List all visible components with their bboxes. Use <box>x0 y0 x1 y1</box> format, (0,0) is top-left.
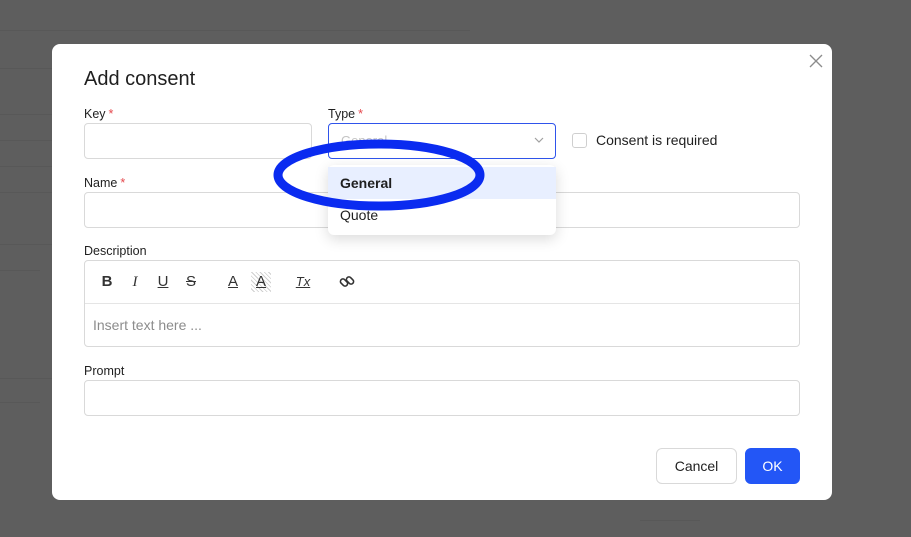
background-line <box>0 270 40 271</box>
add-consent-dialog: Add consent Key * Type * General Consent i… <box>52 44 832 500</box>
prompt-label: Prompt <box>84 364 125 378</box>
type-option-quote[interactable]: Quote <box>328 199 556 231</box>
background-line <box>0 68 52 69</box>
name-label: Name * <box>84 176 125 190</box>
description-placeholder: Insert text here ... <box>93 317 202 333</box>
font-color-icon[interactable]: A <box>223 272 243 292</box>
italic-icon[interactable]: I <box>125 272 145 292</box>
type-label-text: Type <box>328 107 356 121</box>
required-mark: * <box>358 107 363 121</box>
bold-icon[interactable]: B <box>97 272 117 292</box>
type-select-placeholder: General <box>341 133 388 148</box>
background-line <box>0 140 52 141</box>
highlight-color-icon[interactable]: A <box>251 272 271 292</box>
dialog-title: Add consent <box>84 68 196 90</box>
type-option-general[interactable]: General <box>328 167 556 199</box>
cancel-button[interactable]: Cancel <box>656 448 737 484</box>
clear-format-icon[interactable]: Tx <box>293 272 313 292</box>
required-mark: * <box>108 107 114 121</box>
underline-icon[interactable]: U <box>153 272 173 292</box>
key-input[interactable] <box>84 123 312 159</box>
key-label: Key * <box>84 107 113 121</box>
background-line <box>0 402 40 403</box>
prompt-input[interactable] <box>84 380 800 416</box>
ok-button[interactable]: OK <box>745 448 800 484</box>
background-line <box>0 30 470 31</box>
editor-toolbar: B I U S A A Tx <box>85 261 799 304</box>
background-line <box>0 114 52 115</box>
close-icon[interactable] <box>807 52 825 70</box>
description-editor[interactable]: B I U S A A Tx Insert text here ... <box>84 260 800 347</box>
background-line <box>0 378 52 379</box>
strikethrough-icon[interactable]: S <box>181 272 201 292</box>
background-line <box>0 244 52 245</box>
type-select[interactable]: General <box>328 123 556 159</box>
type-label: Type * <box>328 107 363 121</box>
background-line <box>640 520 700 521</box>
consent-required-checkbox[interactable] <box>572 133 587 148</box>
key-label-text: Key <box>84 107 106 121</box>
chevron-down-icon <box>534 137 544 143</box>
name-label-text: Name <box>84 176 118 190</box>
link-icon[interactable] <box>337 272 357 292</box>
required-mark: * <box>120 176 126 190</box>
background-line <box>0 166 52 167</box>
description-label: Description <box>84 244 147 258</box>
consent-required-label[interactable]: Consent is required <box>596 132 717 148</box>
type-dropdown-menu: General Quote <box>328 165 556 235</box>
background-line <box>0 192 52 193</box>
